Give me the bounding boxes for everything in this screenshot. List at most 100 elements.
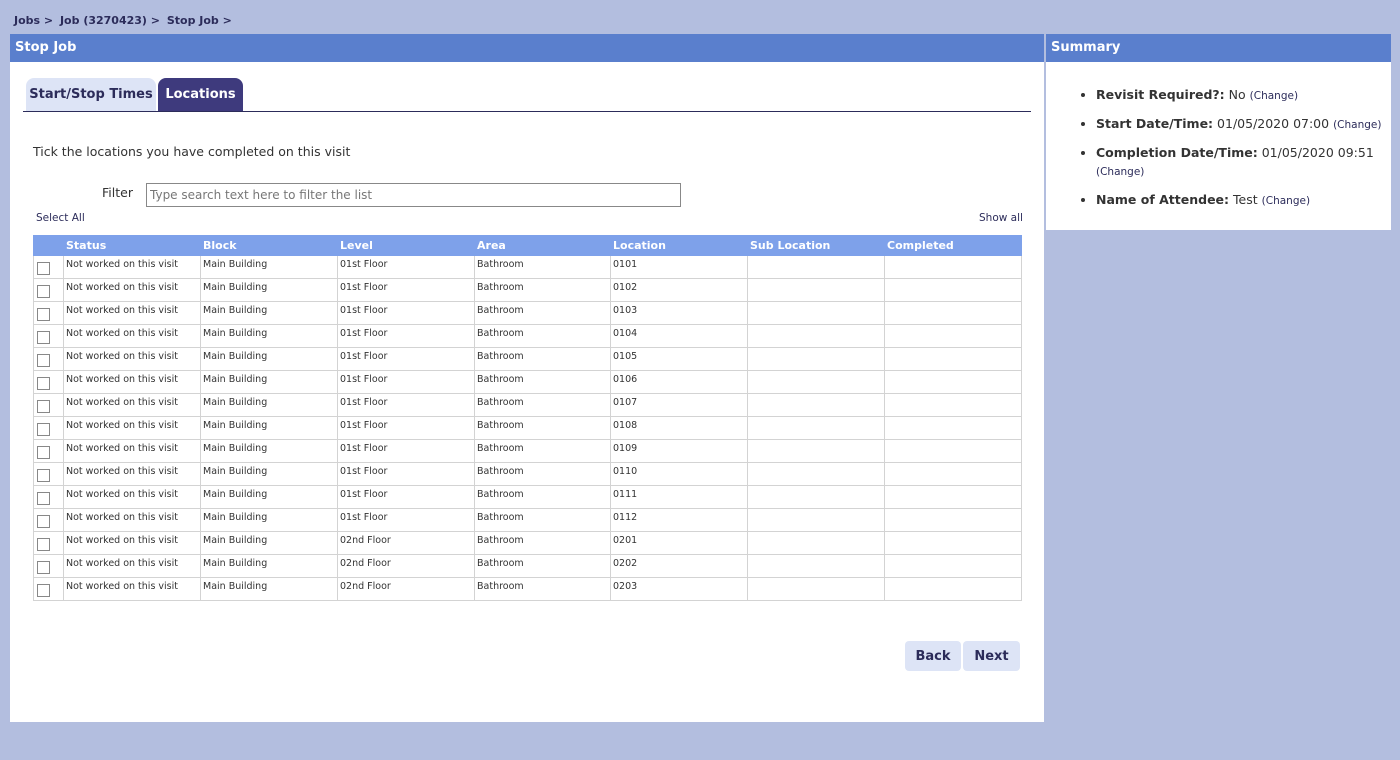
locations-table: Status Block Level Area Location Sub Loc…	[33, 235, 1022, 601]
table-row: Not worked on this visit Main Building 01s…	[33, 324, 1022, 348]
cell-area: Bathroom	[474, 255, 611, 279]
filter-input[interactable]	[146, 183, 681, 207]
row-checkbox[interactable]	[37, 331, 50, 344]
row-checkbox[interactable]	[37, 584, 50, 597]
cell-sub-location	[747, 278, 885, 302]
summary-panel: Summary Revisit Required?: No (Change)St…	[1046, 34, 1391, 230]
summary-item: Start Date/Time: 01/05/2020 07:00 (Chang…	[1096, 115, 1391, 134]
change-link[interactable]: (Change)	[1096, 166, 1144, 178]
row-checkbox[interactable]	[37, 308, 50, 321]
summary-item-value: No	[1228, 87, 1246, 102]
breadcrumb-job[interactable]: Job (3270423) >	[60, 14, 160, 27]
breadcrumb-stop-job[interactable]: Stop Job >	[167, 14, 232, 27]
cell-location: 0202	[610, 554, 748, 578]
show-all-link[interactable]: Show all	[979, 212, 1023, 224]
cell-location: 0110	[610, 462, 748, 486]
change-link[interactable]: (Change)	[1250, 90, 1298, 102]
breadcrumb-jobs[interactable]: Jobs >	[14, 14, 53, 27]
cell-block: Main Building	[200, 416, 338, 440]
row-checkbox[interactable]	[37, 400, 50, 413]
cell-block: Main Building	[200, 370, 338, 394]
cell-completed	[884, 301, 1022, 325]
table-row: Not worked on this visit Main Building 02n…	[33, 554, 1022, 578]
column-header-level[interactable]: Level	[337, 235, 475, 256]
summary-title: Summary	[1046, 34, 1391, 62]
table-row: Not worked on this visit Main Building 02n…	[33, 531, 1022, 555]
cell-completed	[884, 370, 1022, 394]
cell-sub-location	[747, 531, 885, 555]
row-checkbox[interactable]	[37, 538, 50, 551]
row-checkbox[interactable]	[37, 561, 50, 574]
change-link[interactable]: (Change)	[1333, 119, 1381, 131]
cell-level: 01st Floor	[337, 324, 475, 348]
cell-area: Bathroom	[474, 462, 611, 486]
cell-status: Not worked on this visit	[63, 577, 201, 601]
row-checkbox[interactable]	[37, 446, 50, 459]
column-header-sub-location[interactable]: Sub Location	[747, 235, 885, 256]
column-header-area[interactable]: Area	[474, 235, 611, 256]
cell-area: Bathroom	[474, 508, 611, 532]
cell-sub-location	[747, 324, 885, 348]
cell-area: Bathroom	[474, 370, 611, 394]
tab-locations[interactable]: Locations	[158, 78, 243, 111]
cell-completed	[884, 554, 1022, 578]
column-header-completed[interactable]: Completed	[884, 235, 1022, 256]
cell-status: Not worked on this visit	[63, 508, 201, 532]
cell-level: 01st Floor	[337, 485, 475, 509]
cell-level: 02nd Floor	[337, 577, 475, 601]
tab-start-stop-times[interactable]: Start/Stop Times	[26, 78, 156, 111]
row-checkbox[interactable]	[37, 492, 50, 505]
cell-sub-location	[747, 577, 885, 601]
tab-bar: Start/Stop Times Locations	[23, 78, 1031, 112]
table-row: Not worked on this visit Main Building 02n…	[33, 577, 1022, 601]
column-header-location[interactable]: Location	[610, 235, 748, 256]
cell-status: Not worked on this visit	[63, 439, 201, 463]
cell-area: Bathroom	[474, 278, 611, 302]
cell-block: Main Building	[200, 439, 338, 463]
column-header-block[interactable]: Block	[200, 235, 338, 256]
column-header-status[interactable]: Status	[63, 235, 201, 256]
cell-area: Bathroom	[474, 301, 611, 325]
filter-label: Filter	[102, 185, 133, 200]
cell-block: Main Building	[200, 462, 338, 486]
row-checkbox[interactable]	[37, 377, 50, 390]
cell-sub-location	[747, 347, 885, 371]
cell-area: Bathroom	[474, 324, 611, 348]
cell-level: 01st Floor	[337, 439, 475, 463]
change-link[interactable]: (Change)	[1262, 195, 1310, 207]
row-checkbox-cell	[33, 485, 64, 509]
row-checkbox[interactable]	[37, 354, 50, 367]
panel-title: Stop Job	[10, 34, 1044, 62]
cell-location: 0101	[610, 255, 748, 279]
row-checkbox[interactable]	[37, 515, 50, 528]
cell-location: 0102	[610, 278, 748, 302]
row-checkbox[interactable]	[37, 423, 50, 436]
cell-sub-location	[747, 462, 885, 486]
row-checkbox[interactable]	[37, 469, 50, 482]
cell-area: Bathroom	[474, 393, 611, 417]
cell-level: 01st Floor	[337, 508, 475, 532]
instruction-text: Tick the locations you have completed on…	[33, 144, 351, 159]
cell-location: 0203	[610, 577, 748, 601]
cell-status: Not worked on this visit	[63, 393, 201, 417]
cell-completed	[884, 462, 1022, 486]
cell-block: Main Building	[200, 347, 338, 371]
row-checkbox-cell	[33, 462, 64, 486]
back-button[interactable]: Back	[905, 641, 961, 671]
cell-area: Bathroom	[474, 416, 611, 440]
cell-location: 0109	[610, 439, 748, 463]
row-checkbox[interactable]	[37, 262, 50, 275]
table-row: Not worked on this visit Main Building 01s…	[33, 416, 1022, 440]
cell-level: 01st Floor	[337, 255, 475, 279]
summary-item-value: 01/05/2020 07:00	[1217, 116, 1330, 131]
next-button[interactable]: Next	[963, 641, 1020, 671]
cell-location: 0112	[610, 508, 748, 532]
select-all-link[interactable]: Select All	[36, 212, 85, 224]
cell-sub-location	[747, 370, 885, 394]
row-checkbox[interactable]	[37, 285, 50, 298]
cell-level: 01st Floor	[337, 301, 475, 325]
cell-block: Main Building	[200, 301, 338, 325]
cell-sub-location	[747, 301, 885, 325]
cell-completed	[884, 278, 1022, 302]
cell-sub-location	[747, 439, 885, 463]
